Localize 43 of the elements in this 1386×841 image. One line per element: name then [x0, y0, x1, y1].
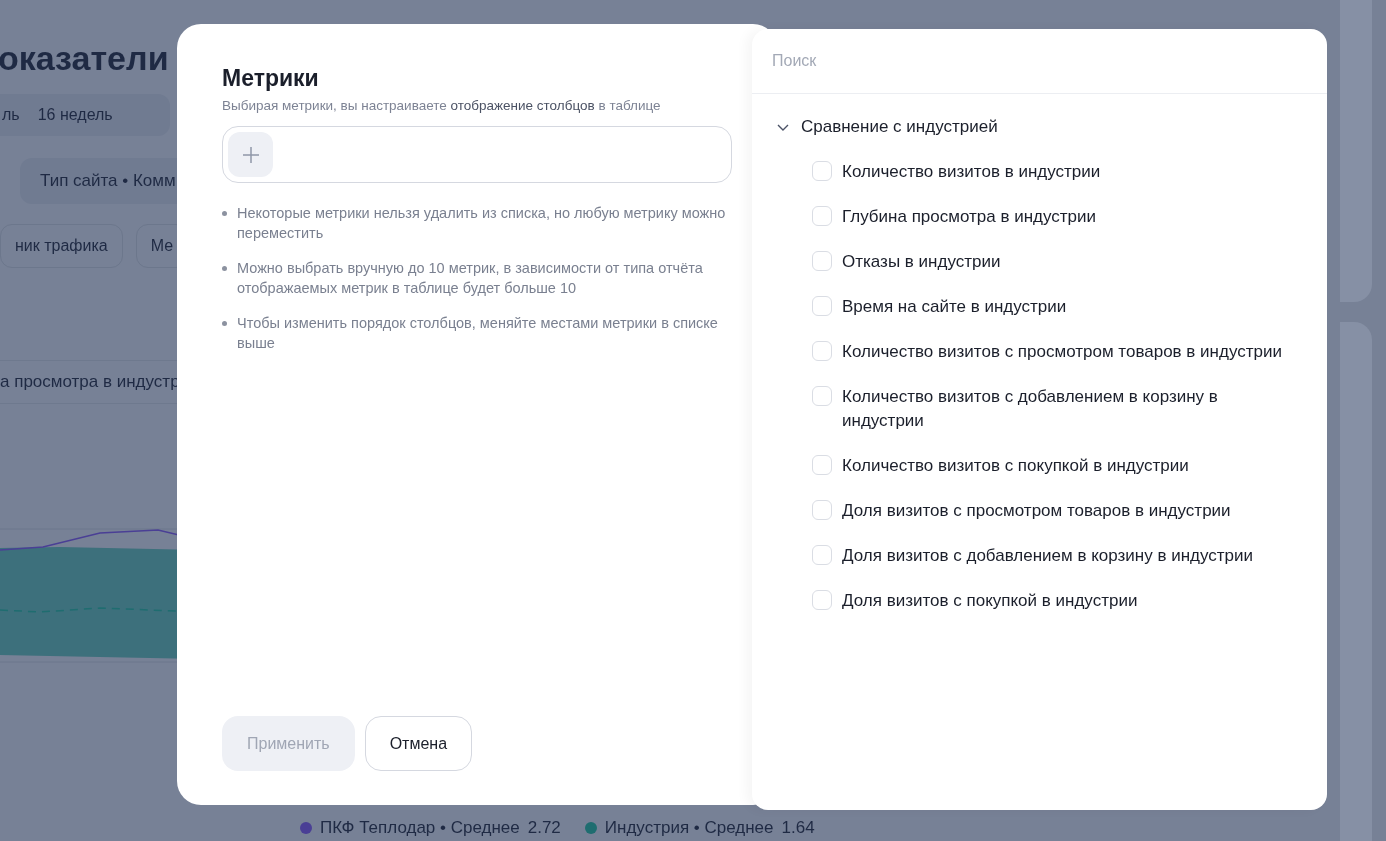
checkbox[interactable] — [812, 251, 832, 271]
bullet-icon — [222, 266, 227, 272]
legend-label: Индустрия • Среднее — [604, 817, 774, 839]
period-option[interactable]: ль — [0, 98, 22, 132]
note-text: Чтобы изменить порядок столбцов, меняйте местами метрики в списке выше — [237, 314, 719, 354]
period-option[interactable]: 16 недель — [35, 98, 115, 132]
metrics-field[interactable] — [222, 126, 732, 184]
checkbox[interactable] — [812, 590, 832, 610]
plus-icon — [241, 145, 260, 164]
metric-label: Отказы в индустрии — [842, 251, 1002, 273]
search-field[interactable]: Поиск — [752, 29, 1327, 94]
checkbox[interactable] — [812, 386, 832, 406]
checkbox[interactable] — [812, 500, 832, 520]
bullet-icon — [222, 211, 227, 217]
note-text: Некоторые метрики нельзя удалить из списка, но любую метрику можно переместить — [237, 204, 727, 244]
checkbox[interactable] — [812, 296, 832, 316]
legend-label: ПКФ Теплодар • Среднее — [320, 817, 520, 839]
add-button[interactable] — [228, 132, 273, 178]
bullet-icon — [222, 321, 227, 327]
metric-label: Количество визитов с добавлением в корзину в индустрии — [842, 386, 1219, 432]
metric-label: Доля визитов с просмотром товаров в индустрии — [842, 500, 1232, 522]
checkbox[interactable] — [812, 341, 832, 361]
page-title: оказатели — [0, 38, 169, 78]
group-header[interactable]: Сравнение с индустрией — [776, 115, 1303, 139]
checkbox[interactable] — [812, 455, 832, 475]
metric-label: Количество визитов в индустрии — [842, 161, 1102, 183]
legend-value: 1.64 — [781, 817, 815, 839]
metric-label: Количество визитов с просмотром товаров в индустрии — [842, 341, 1283, 363]
group-label: Сравнение с индустрией — [801, 116, 998, 139]
metric-label: Доля визитов с добавлением в корзину в индустрии — [842, 545, 1255, 567]
cancel-button[interactable]: Отмена — [364, 716, 473, 771]
metric-label: Время на сайте в индустрии — [842, 296, 1068, 318]
metric-label: Глубина просмотра в индустрии — [842, 206, 1098, 228]
modal-title: Метрики — [222, 64, 320, 93]
checkbox[interactable] — [812, 206, 832, 226]
checkbox[interactable] — [812, 161, 832, 181]
note-text: Можно выбрать вручную до 10 метрик, в зависимости от типа отчёта отображаемых метрик в таблице будет больше 10 — [237, 259, 704, 299]
legend-value: 2.72 — [527, 817, 561, 839]
modal-subtitle: Выбирая метрики, вы настраиваете отображение столбцов в таблице — [222, 97, 662, 115]
metric-label: Количество визитов с покупкой в индустрии — [842, 455, 1190, 477]
filter-button[interactable]: ник трафика — [0, 224, 123, 268]
checkbox[interactable] — [812, 545, 832, 565]
metric-label: Доля визитов с покупкой в индустрии — [842, 590, 1139, 612]
